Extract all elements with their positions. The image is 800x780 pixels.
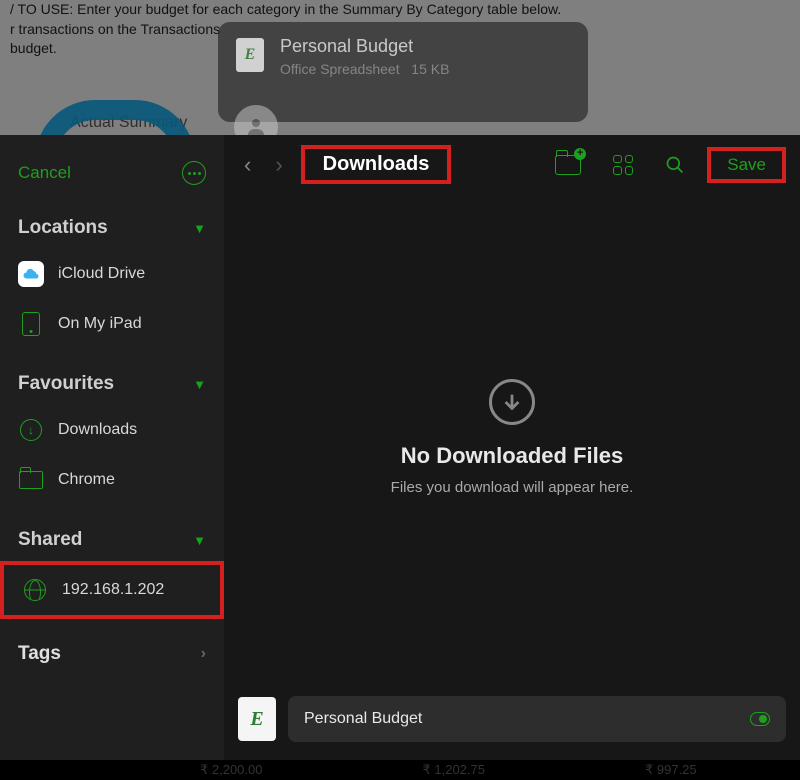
- globe-icon: [24, 579, 46, 601]
- bg-instruction-1: / TO USE: Enter your budget for each cat…: [10, 1, 561, 17]
- filename-bar: E Personal Budget: [224, 682, 800, 760]
- extension-toggle-icon[interactable]: [750, 712, 770, 726]
- new-folder-button[interactable]: [545, 155, 591, 175]
- view-grid-button[interactable]: [603, 155, 643, 175]
- new-folder-icon: [555, 155, 581, 175]
- nav-forward-button: ›: [269, 152, 288, 178]
- favourites-section-header[interactable]: Favourites ▼: [0, 363, 224, 405]
- file-preview-meta: Office Spreadsheet 15 KB: [280, 61, 570, 77]
- search-button[interactable]: [655, 155, 695, 175]
- tags-section-header[interactable]: Tags ›: [0, 633, 224, 675]
- sidebar-item-ipad[interactable]: On My iPad: [0, 299, 224, 349]
- ipad-icon: [22, 312, 40, 336]
- sidebar-item-label: Chrome: [58, 471, 115, 489]
- sidebar-item-label: On My iPad: [58, 315, 142, 333]
- shared-label: Shared: [18, 529, 82, 551]
- file-preview-card: E Personal Budget Office Spreadsheet 15 …: [218, 22, 588, 122]
- bg-instruction-3: budget.: [10, 40, 57, 56]
- sidebar: Cancel Locations ▼ iCloud Drive On My iP…: [0, 135, 224, 760]
- bg-value: ₹ 2,200.00: [200, 762, 263, 778]
- chevron-right-icon: ›: [201, 645, 206, 663]
- spreadsheet-file-icon: E: [236, 38, 264, 72]
- shared-section-header[interactable]: Shared ▼: [0, 519, 224, 561]
- nav-back-button[interactable]: ‹: [238, 152, 257, 178]
- sidebar-item-icloud[interactable]: iCloud Drive: [0, 249, 224, 299]
- tags-label: Tags: [18, 643, 61, 665]
- main-toolbar: ‹ › Downloads Save: [224, 135, 800, 192]
- path-title: Downloads: [313, 147, 440, 181]
- sidebar-item-label: iCloud Drive: [58, 265, 145, 283]
- empty-state-subtitle: Files you download will appear here.: [391, 479, 634, 496]
- folder-icon: [19, 471, 43, 489]
- favourites-label: Favourites: [18, 373, 114, 395]
- main-panel: ‹ › Downloads Save No Downloaded Files F…: [224, 135, 800, 760]
- more-options-icon[interactable]: [182, 161, 206, 185]
- bg-bottom-values: ₹ 2,200.00 ₹ 1,202.75 ₹ 997.25: [200, 762, 780, 778]
- save-button[interactable]: Save: [717, 147, 776, 182]
- icloud-icon: [18, 261, 44, 287]
- locations-section-header[interactable]: Locations ▼: [0, 207, 224, 249]
- save-dialog: Cancel Locations ▼ iCloud Drive On My iP…: [0, 135, 800, 780]
- chevron-down-icon: ▼: [193, 533, 206, 548]
- file-preview-title: Personal Budget: [280, 36, 570, 57]
- grid-icon: [613, 155, 633, 175]
- chevron-down-icon: ▼: [193, 221, 206, 236]
- spreadsheet-file-icon: E: [238, 697, 276, 741]
- download-arrow-icon: [489, 379, 535, 425]
- cancel-button[interactable]: Cancel: [18, 163, 71, 183]
- bg-instruction-2: r transactions on the Transactions: [10, 21, 220, 37]
- search-icon: [665, 155, 685, 175]
- sidebar-item-label: 192.168.1.202: [62, 581, 164, 599]
- empty-state-title: No Downloaded Files: [401, 443, 623, 469]
- sidebar-item-network-share[interactable]: 192.168.1.202: [0, 561, 224, 619]
- sidebar-item-chrome[interactable]: Chrome: [0, 455, 224, 505]
- filename-input[interactable]: Personal Budget: [288, 696, 786, 742]
- sidebar-item-label: Downloads: [58, 421, 137, 439]
- chevron-down-icon: ▼: [193, 377, 206, 392]
- download-circle-icon: ↓: [20, 419, 42, 441]
- sidebar-item-downloads[interactable]: ↓ Downloads: [0, 405, 224, 455]
- locations-label: Locations: [18, 217, 108, 239]
- filename-text: Personal Budget: [304, 710, 422, 728]
- bg-value: ₹ 997.25: [645, 762, 697, 778]
- file-list-empty: No Downloaded Files Files you download w…: [224, 192, 800, 682]
- bg-value: ₹ 1,202.75: [423, 762, 486, 778]
